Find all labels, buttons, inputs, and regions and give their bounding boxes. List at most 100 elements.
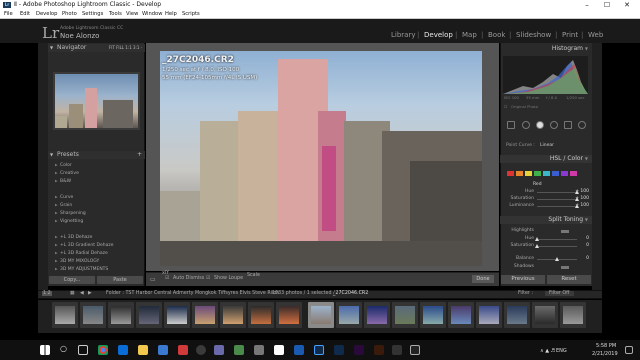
tray-icons[interactable]: ∧ ▲ ♬	[540, 348, 555, 354]
zoom-options[interactable]: FIT FILL 1:1 3:1 ·	[109, 44, 142, 52]
clock-date[interactable]: 2/21/2019	[592, 351, 618, 357]
menu-scripts[interactable]: Scripts	[182, 10, 200, 19]
point-curve-value[interactable]: Linear	[540, 143, 554, 148]
swatch-blue[interactable]	[552, 171, 559, 176]
mail-icon[interactable]	[158, 345, 168, 355]
original-photo-checkbox[interactable]: ☐	[504, 104, 507, 109]
chrome-icon[interactable]	[98, 345, 108, 355]
graduated-filter-icon[interactable]	[564, 121, 572, 129]
forward-arrow-icon[interactable]: ▶	[88, 291, 92, 296]
filmstrip-thumb[interactable]	[504, 302, 530, 328]
app-blue-icon[interactable]	[294, 345, 304, 355]
previous-button[interactable]: Previous	[501, 275, 545, 284]
shadows-color-swatch[interactable]	[561, 266, 569, 269]
app-white-icon[interactable]	[274, 345, 284, 355]
preset-folder[interactable]: ▶ B&W	[55, 178, 71, 184]
preset-folder[interactable]: ▶ +L 3D Radial Dehaze	[55, 250, 108, 256]
preset-folder[interactable]: ▶ +L 3D Dehaze	[55, 234, 92, 240]
maximize-button[interactable]: ☐	[598, 0, 616, 10]
copy-settings-button[interactable]: Copy...	[49, 276, 95, 284]
filter-select[interactable]: Filter Off	[545, 291, 574, 296]
menu-develop[interactable]: Develop	[36, 10, 57, 19]
auto-dismiss-checkbox[interactable]: ☑	[165, 276, 169, 281]
app-photos-icon[interactable]	[214, 345, 224, 355]
swatch-orange[interactable]	[516, 171, 523, 176]
paste-settings-button[interactable]: Paste	[97, 276, 143, 284]
module-slideshow[interactable]: Slideshow	[516, 31, 551, 39]
swatch-red[interactable]	[507, 171, 514, 176]
clock-time[interactable]: 5:58 PM	[596, 343, 616, 349]
hsl-luminance-slider[interactable]: Luminance + 100	[505, 203, 589, 209]
grid-view-icon[interactable]: ▦	[70, 291, 75, 296]
menu-settings[interactable]: Settings	[82, 10, 103, 19]
right-panel-toggle-strip[interactable]	[592, 43, 602, 290]
app-misc-icon[interactable]	[392, 345, 402, 355]
filmstrip-source[interactable]: Folder : TST Harbor Central Admerty Mong…	[106, 291, 279, 296]
menu-file[interactable]: File	[4, 10, 13, 19]
main-photo[interactable]	[160, 51, 482, 266]
split-hue-slider[interactable]: Hue 0	[505, 236, 589, 242]
hsl-saturation-slider[interactable]: Saturation + 100	[505, 196, 589, 202]
filmstrip-thumb[interactable]	[164, 302, 190, 328]
app-gray-icon[interactable]	[254, 345, 264, 355]
highlights-color-swatch[interactable]	[561, 230, 569, 233]
lightroom-taskbar-icon[interactable]	[314, 345, 324, 355]
windows-start-icon[interactable]	[40, 345, 50, 355]
split-highlights-row[interactable]: Highlights	[505, 228, 589, 234]
filmstrip-thumb[interactable]	[364, 302, 390, 328]
navigator-header[interactable]: ▼ Navigator FIT FILL 1:1 3:1 ·	[48, 44, 145, 52]
swatch-green[interactable]	[534, 171, 541, 176]
app-window-icon[interactable]	[410, 345, 420, 355]
filmstrip-thumb[interactable]	[336, 302, 362, 328]
hsl-header[interactable]: HSL / Color ▼	[500, 155, 592, 163]
swatch-magenta[interactable]	[570, 171, 577, 176]
app-dark-icon[interactable]	[196, 345, 206, 355]
filmstrip-thumb[interactable]	[192, 302, 218, 328]
presets-header[interactable]: ▼ Presets +	[48, 151, 145, 159]
preset-folder[interactable]: ▶ Creative	[55, 170, 79, 176]
preset-folder[interactable]: ▶ Grain	[55, 202, 72, 208]
filmstrip-page-nums[interactable]: 1 2	[42, 291, 52, 296]
module-book[interactable]: Book	[488, 31, 505, 39]
close-button[interactable]: ✕	[618, 0, 636, 10]
left-panel-toggle-strip[interactable]	[38, 43, 48, 290]
premiere-taskbar-icon[interactable]	[354, 345, 364, 355]
split-saturation-slider[interactable]: Saturation 0	[505, 243, 589, 249]
histogram[interactable]	[503, 56, 588, 94]
red-eye-icon[interactable]	[550, 121, 558, 129]
menu-help[interactable]: Help	[165, 10, 177, 19]
preset-folder[interactable]: ▶ Vignetting	[55, 218, 83, 224]
minimize-button[interactable]: –	[578, 0, 596, 10]
reset-button[interactable]: Reset	[547, 275, 591, 284]
show-loupe-checkbox[interactable]: ☑	[206, 276, 210, 281]
preset-folder[interactable]: ▶ 3D MY MIXOLOGY	[55, 258, 99, 264]
spot-removal-icon[interactable]	[536, 121, 544, 129]
navigator-preview[interactable]	[53, 72, 140, 130]
illustrator-taskbar-icon[interactable]	[374, 345, 384, 355]
menu-tools[interactable]: Tools	[109, 10, 122, 19]
grid-overlay-icon[interactable]	[507, 121, 515, 129]
swatch-yellow[interactable]	[525, 171, 532, 176]
menu-edit[interactable]: Edit	[20, 10, 30, 19]
hsl-hue-slider[interactable]: Hue + 100	[505, 189, 589, 195]
module-print[interactable]: Print	[562, 31, 578, 39]
split-shadows-row[interactable]: Shadows	[505, 264, 589, 270]
crop-tool-icon[interactable]	[522, 121, 530, 129]
scale-label[interactable]: Scale	[247, 273, 260, 278]
filmstrip-thumb[interactable]	[476, 302, 502, 328]
app-green-icon[interactable]	[234, 345, 244, 355]
preset-folder[interactable]: ▶ Curve	[55, 194, 73, 200]
filmstrip-thumb[interactable]	[52, 302, 78, 328]
module-develop[interactable]: Develop	[424, 31, 453, 39]
filmstrip-thumb[interactable]	[220, 302, 246, 328]
slider-knob[interactable]	[535, 237, 539, 241]
module-map[interactable]: Map	[462, 31, 477, 39]
back-arrow-icon[interactable]: ◀	[80, 291, 84, 296]
preset-folder[interactable]: ▶ 3D MY ADJUSTMENTS	[55, 266, 108, 272]
radial-filter-icon[interactable]	[578, 121, 586, 129]
search-icon[interactable]: ○	[60, 344, 67, 353]
swatch-purple[interactable]	[561, 171, 568, 176]
slider-knob[interactable]	[535, 244, 539, 248]
filmstrip-thumb[interactable]	[532, 302, 558, 328]
photoshop-taskbar-icon[interactable]	[334, 345, 344, 355]
